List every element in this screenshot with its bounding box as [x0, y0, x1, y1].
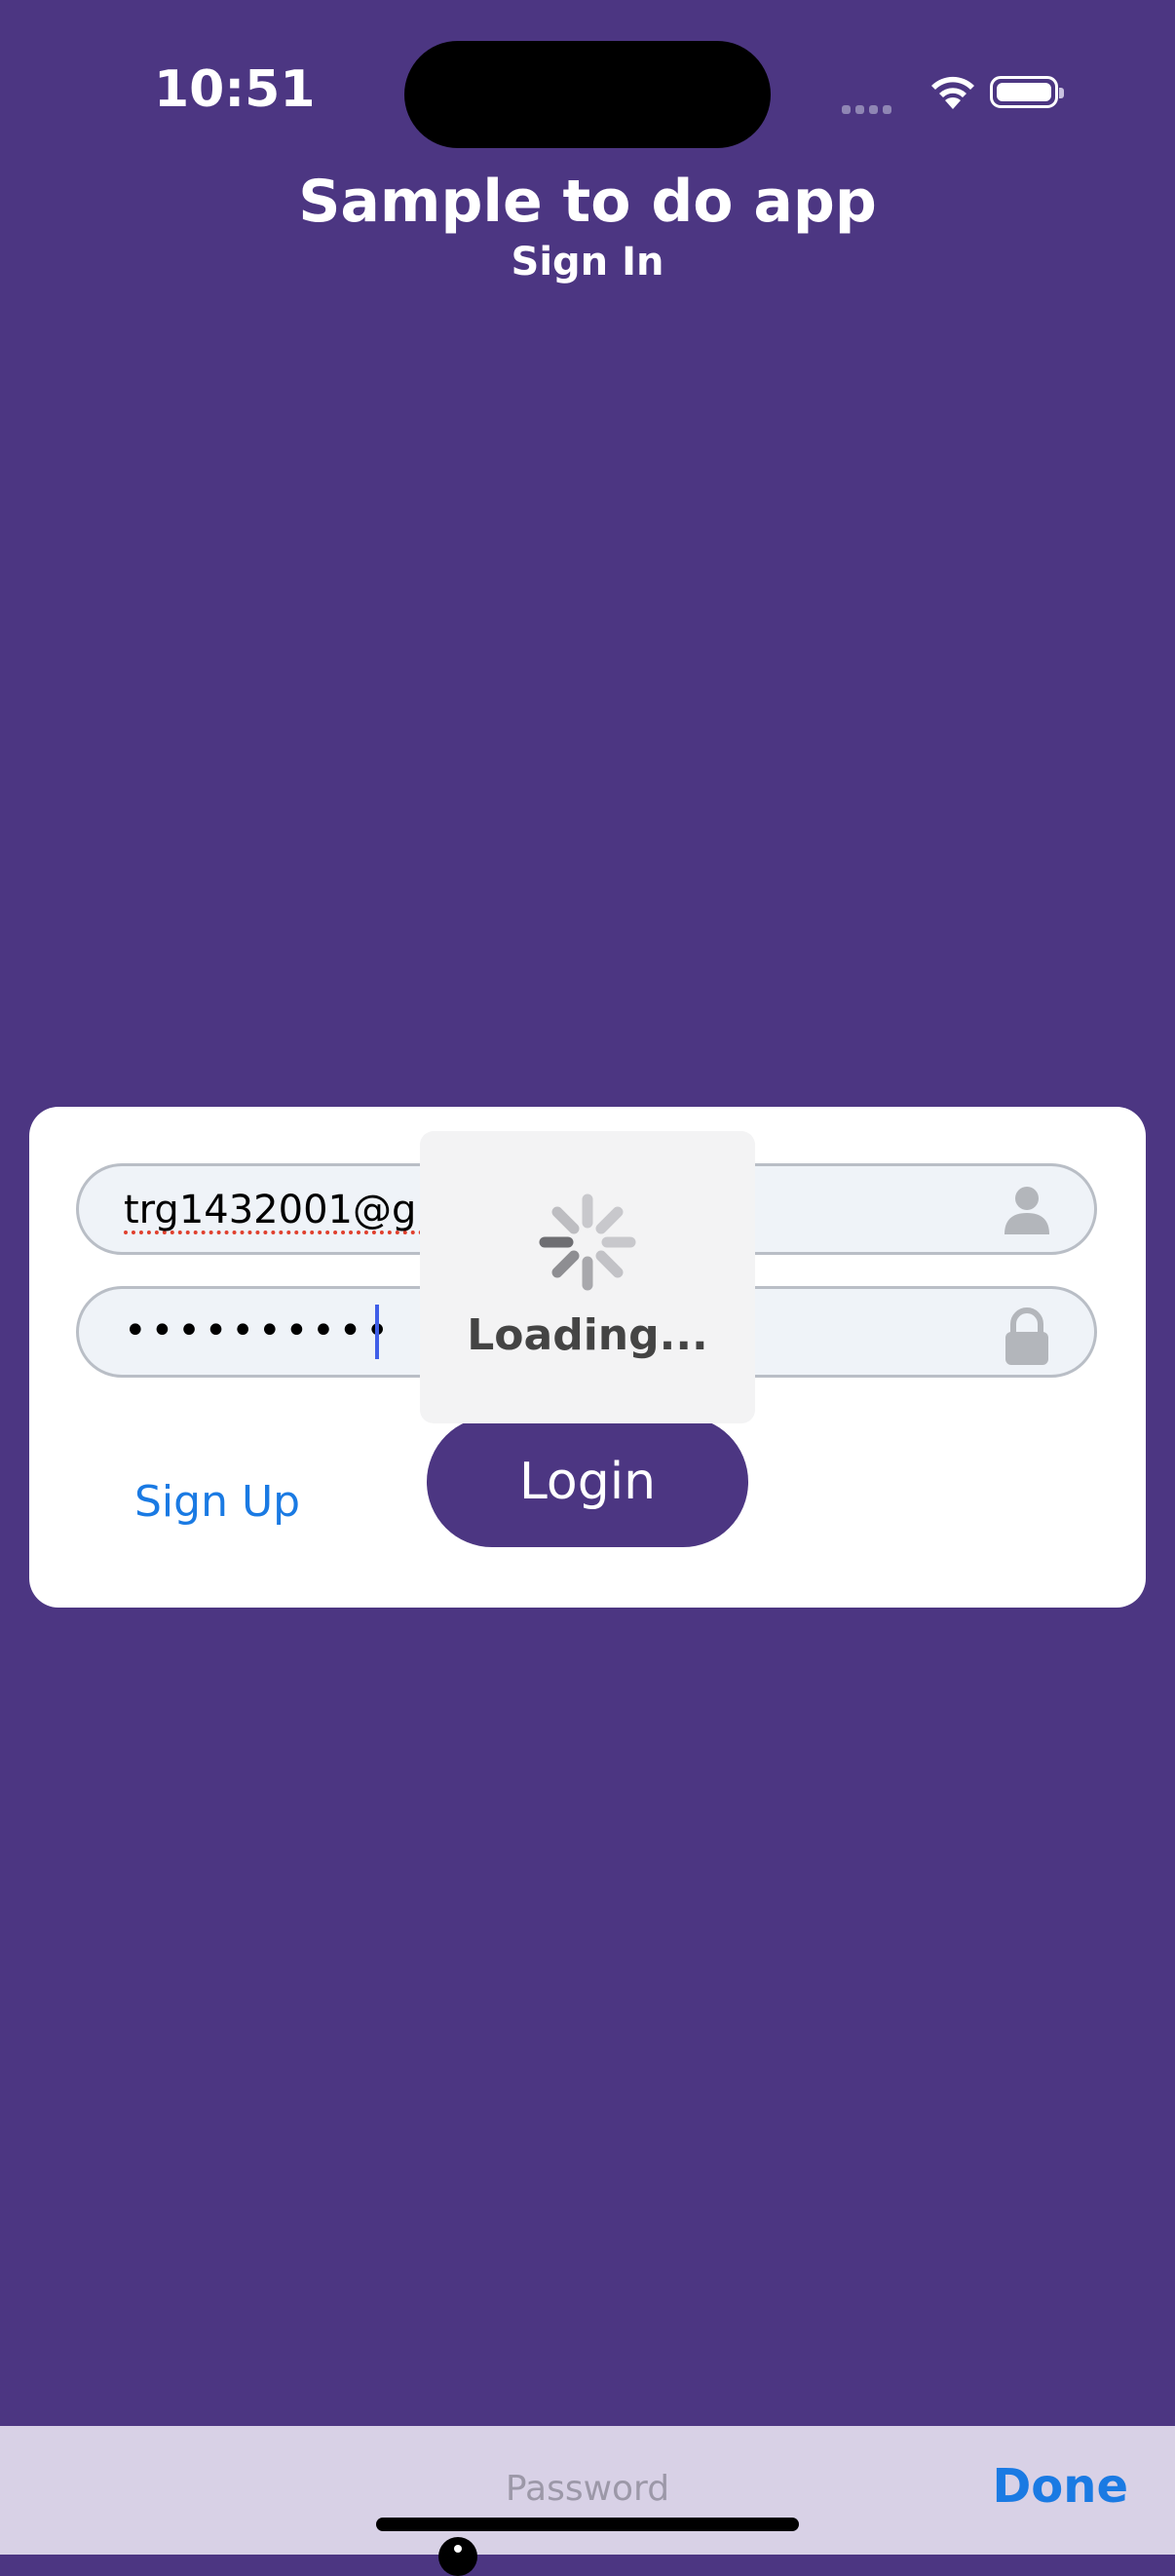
loading-overlay: Loading... [420, 1131, 755, 1423]
keyboard-icon [438, 2537, 477, 2576]
person-icon [1004, 1187, 1049, 1234]
page-subtitle: Sign In [511, 240, 664, 284]
password-value: •••••••••• [124, 1308, 393, 1353]
cellular-signal-icon [842, 101, 896, 119]
lock-icon [1005, 1307, 1048, 1365]
done-button[interactable]: Done [992, 2459, 1128, 2514]
email-value: trg1432001@gm [124, 1188, 455, 1232]
login-button[interactable]: Login [427, 1417, 748, 1547]
spinner-icon [539, 1193, 636, 1291]
keyboard-toolbar: Password Done [0, 2426, 1175, 2555]
battery-icon [990, 76, 1064, 108]
status-time: 10:51 [154, 60, 316, 119]
dynamic-island [404, 41, 771, 148]
text-cursor [375, 1305, 379, 1359]
home-indicator [376, 2518, 799, 2531]
app-title: Sample to do app [298, 168, 877, 236]
signup-link[interactable]: Sign Up [134, 1477, 300, 1527]
wifi-icon [931, 76, 974, 109]
loading-text: Loading... [467, 1310, 708, 1360]
status-indicators [838, 68, 1072, 117]
